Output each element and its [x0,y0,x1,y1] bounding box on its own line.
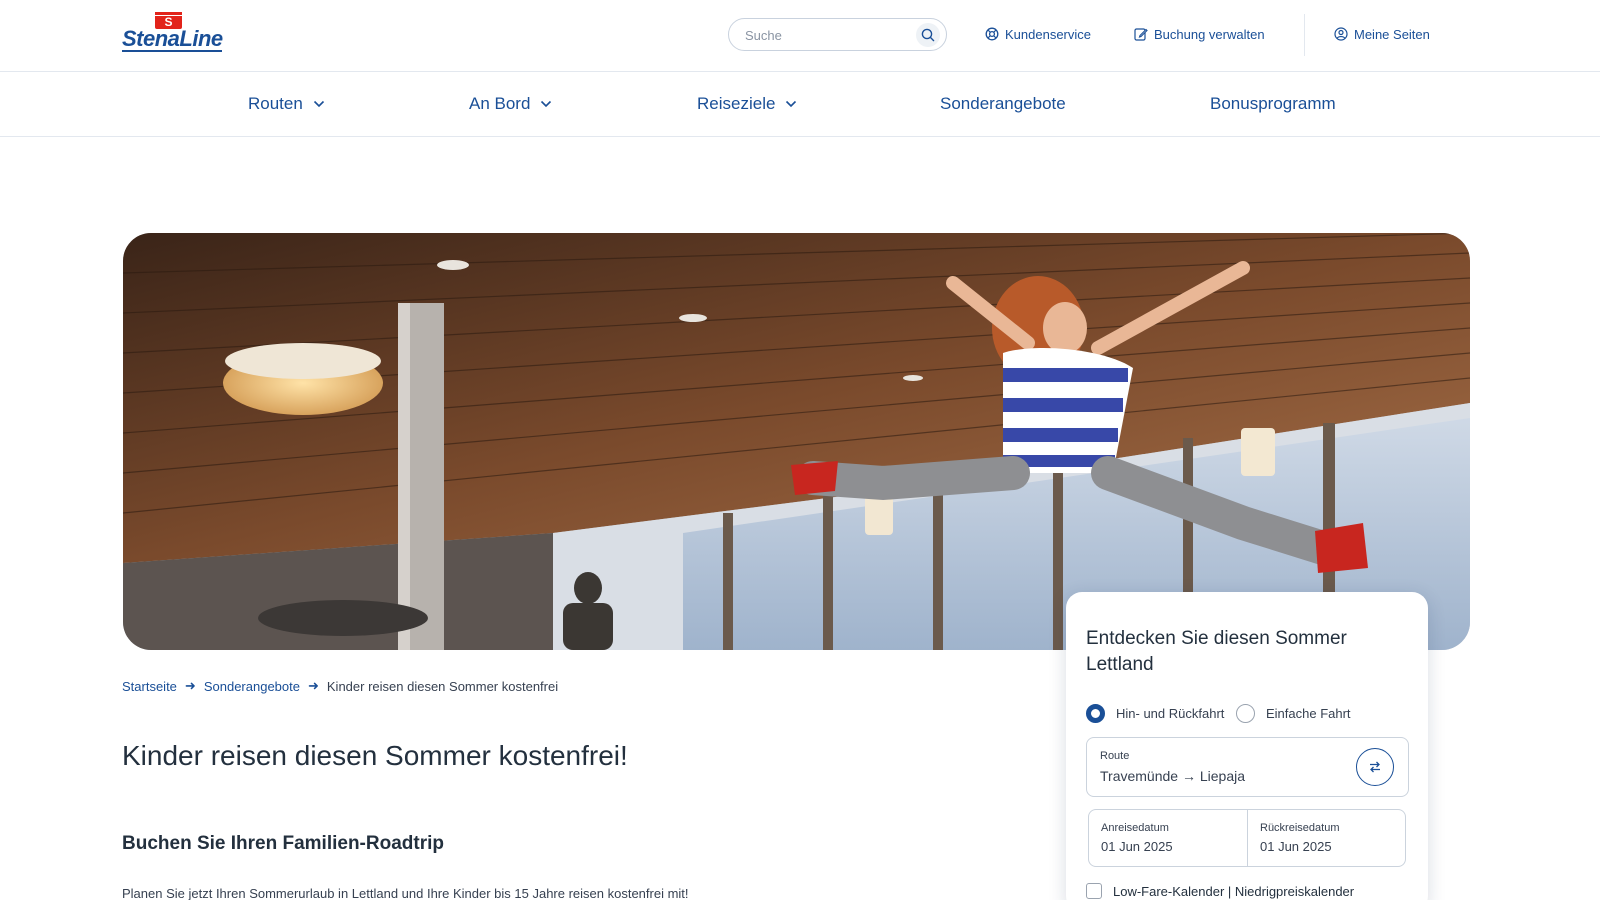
round-trip-label: Hin- und Rückfahrt [1116,706,1225,721]
one-way-radio[interactable] [1236,704,1255,723]
breadcrumb-current: Kinder reisen diesen Sommer kostenfrei [326,678,559,694]
arrow-right-icon: ➜ [184,678,196,693]
header-divider [1304,14,1305,56]
swap-icon [1370,761,1380,773]
nav-item-reiseziele[interactable]: Reiseziele [697,94,797,114]
lifebuoy-icon [985,27,999,41]
page-title: Kinder reisen diesen Sommer kostenfrei! [122,740,628,771]
route-value: Travemünde → Liepaja [1100,768,1246,784]
trip-type-one-way[interactable]: Einfache Fahrt [1236,704,1351,723]
chevron-down-icon [541,100,552,108]
nav-item-label: An Bord [469,94,531,113]
logo-wordmark: StenaLine [122,26,223,51]
logo-underline [122,50,222,52]
breadcrumb-sonderangebote[interactable]: Sonderangebote [204,679,300,694]
intro-text: Planen Sie jetzt Ihren Sommerurlaub in L… [122,886,689,900]
main-navigation: Routen An Bord Reiseziele Sonderangebote… [0,72,1600,137]
chevron-down-icon [313,100,324,108]
my-pages-label: Meine Seiten [1354,26,1430,42]
search-input[interactable] [745,25,905,45]
search-box [728,18,947,51]
user-icon [1334,27,1348,41]
arrow-right-icon: ➜ [307,678,319,693]
chevron-down-icon [786,100,797,108]
search-button[interactable] [916,23,940,47]
manage-booking-label: Buchung verwalten [1154,26,1265,42]
booking-widget: Entdecken Sie diesen Sommer Lettland Hin… [1066,592,1428,900]
low-fare-checkbox[interactable] [1086,883,1102,899]
low-fare-calendar-option[interactable]: Low-Fare-Kalender | Niedrigpreiskalender [1086,883,1354,899]
route-selector[interactable]: Route Travemünde → Liepaja [1086,737,1409,797]
date-selector: Anreisedatum 01 Jun 2025 Rückreisedatum … [1088,809,1406,867]
nav-item-label: Reiseziele [697,94,776,113]
booking-title: Entdecken Sie diesen Sommer Lettland [1086,628,1347,675]
edit-icon [1134,28,1148,41]
customer-service-label: Kundenservice [1005,26,1091,42]
search-icon [921,28,935,42]
route-label: Route [1100,750,1130,762]
hero-illustration [123,233,1470,650]
round-trip-radio[interactable] [1086,704,1105,723]
section-title: Buchen Sie Ihren Familien-Roadtrip [122,833,444,854]
customer-service-link[interactable]: Kundenservice [985,24,1091,44]
trip-type-round-trip[interactable]: Hin- und Rückfahrt [1086,704,1224,723]
nav-item-label: Sonderangebote [940,94,1066,113]
return-date-field[interactable]: Rückreisedatum 01 Jun 2025 [1248,810,1407,866]
breadcrumb: Startseite ➜ Sonderangebote ➜ Kinder rei… [122,678,558,694]
nav-item-routen[interactable]: Routen [248,94,325,114]
nav-item-label: Routen [248,94,303,113]
nav-item-sonderangebote[interactable]: Sonderangebote [940,94,1066,114]
nav-item-bonusprogramm[interactable]: Bonusprogramm [1210,94,1336,114]
one-way-label: Einfache Fahrt [1266,706,1351,721]
swap-route-button[interactable] [1356,748,1394,786]
top-header: S StenaLine Kundenservice Buchung verwal… [0,0,1600,72]
low-fare-label: Low-Fare-Kalender | Niedrigpreiskalender [1113,883,1355,899]
return-date-value: 01 Jun 2025 [1260,839,1332,854]
nav-item-label: Bonusprogramm [1210,94,1336,113]
stena-line-logo[interactable]: S StenaLine [122,12,224,52]
hero-image [123,233,1470,650]
my-pages-link[interactable]: Meine Seiten [1334,24,1430,44]
departure-date-value: 01 Jun 2025 [1101,839,1173,854]
return-date-label: Rückreisedatum [1260,822,1340,834]
manage-booking-link[interactable]: Buchung verwalten [1134,24,1265,44]
departure-date-label: Anreisedatum [1101,822,1169,834]
nav-item-an-bord[interactable]: An Bord [469,94,552,114]
departure-date-field[interactable]: Anreisedatum 01 Jun 2025 [1089,810,1248,866]
breadcrumb-home[interactable]: Startseite [122,679,177,694]
